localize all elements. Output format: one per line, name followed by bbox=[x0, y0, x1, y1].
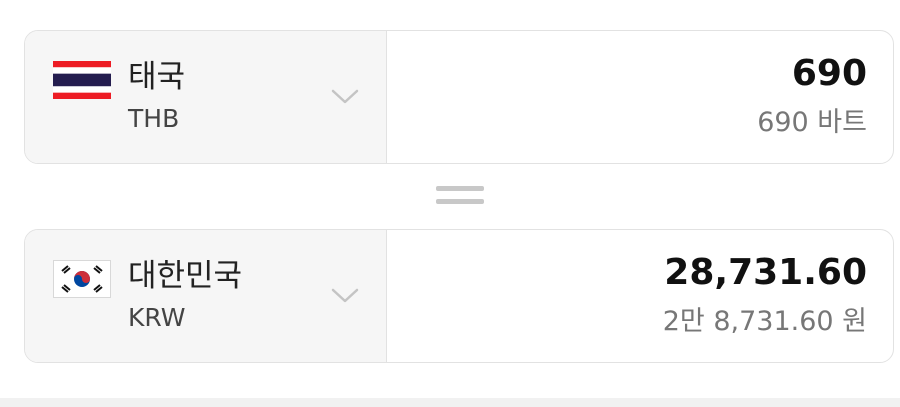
to-amount-text: 2만 8,731.60 원 bbox=[662, 306, 867, 337]
to-currency-code: KRW bbox=[128, 303, 186, 332]
to-amount-value: 28,731.60 bbox=[664, 252, 867, 293]
from-amount-text: 690 바트 bbox=[757, 107, 867, 138]
thailand-flag-icon bbox=[53, 61, 111, 99]
from-amount-input[interactable]: 690 690 바트 bbox=[387, 31, 893, 163]
chevron-down-icon[interactable] bbox=[330, 285, 360, 305]
from-currency-row: 태국 THB 690 690 바트 bbox=[24, 30, 894, 164]
to-currency-row: 대한민국 KRW 28,731.60 2만 8,731.60 원 bbox=[24, 229, 894, 363]
to-amount-display[interactable]: 28,731.60 2만 8,731.60 원 bbox=[387, 230, 893, 362]
from-currency-code: THB bbox=[128, 104, 180, 133]
section-divider bbox=[0, 398, 900, 407]
south-korea-flag-icon bbox=[53, 260, 111, 298]
to-country-name: 대한민국 bbox=[128, 258, 243, 294]
from-currency-selector[interactable]: 태국 THB bbox=[25, 31, 387, 163]
equals-icon bbox=[436, 186, 484, 208]
from-country-name: 태국 bbox=[128, 59, 186, 95]
to-currency-selector[interactable]: 대한민국 KRW bbox=[25, 230, 387, 362]
from-amount-value: 690 bbox=[791, 53, 867, 94]
chevron-down-icon[interactable] bbox=[330, 86, 360, 106]
